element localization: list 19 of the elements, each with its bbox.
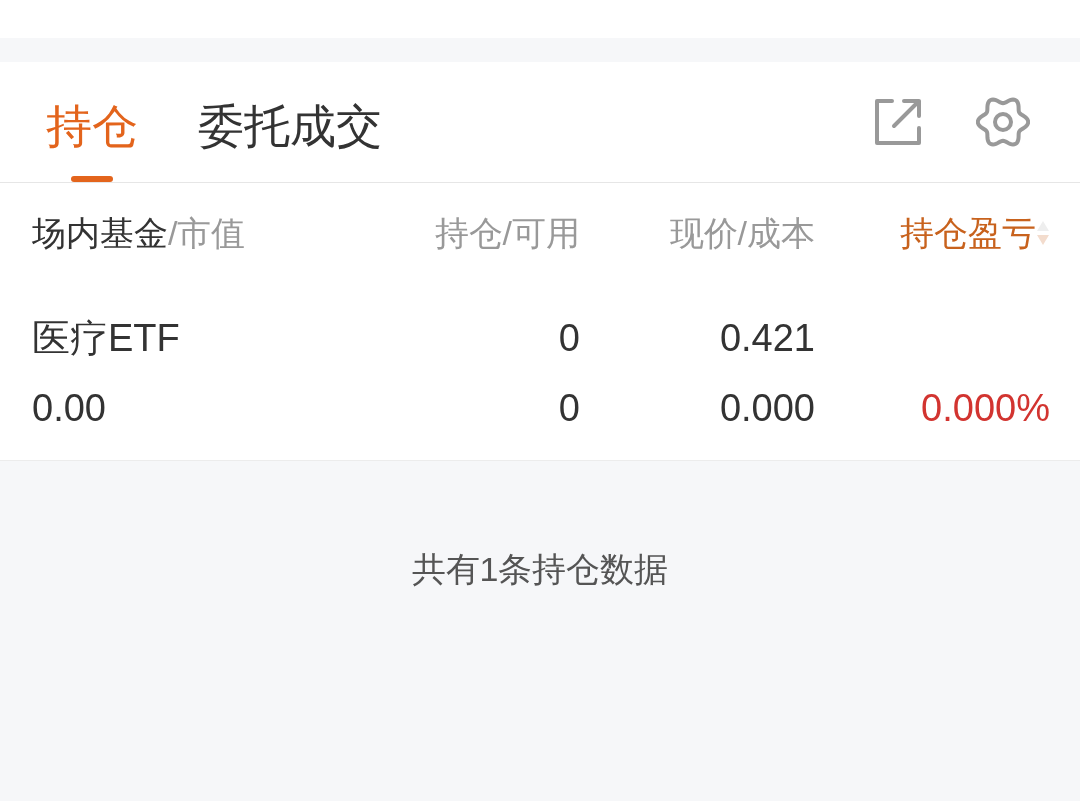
- tab[interactable]: 持仓: [46, 62, 138, 182]
- sort-arrows-icon: [1036, 220, 1050, 246]
- share-icon: [874, 98, 922, 146]
- settings-icon: [976, 95, 1030, 149]
- position-quantity: 0: [558, 316, 580, 361]
- column-header[interactable]: 持仓盈亏: [900, 211, 1050, 255]
- column-header[interactable]: 持仓/可用: [434, 211, 580, 255]
- share-button[interactable]: [874, 98, 922, 146]
- record-count-text: 共有1条持仓数据: [411, 549, 669, 590]
- profit-loss-ratio: 0.000%: [921, 386, 1050, 431]
- column-header[interactable]: 现价/成本: [669, 211, 815, 255]
- cost-price: 0.000: [719, 386, 815, 431]
- market-value: 0.00: [32, 386, 106, 431]
- current-price: 0.421: [719, 316, 815, 361]
- available-quantity: 0: [558, 386, 580, 431]
- column-filter[interactable]: 场内基金/市值: [32, 211, 246, 255]
- fund-name: 医疗ETF: [32, 316, 180, 361]
- tab[interactable]: 委托成交: [198, 62, 382, 182]
- settings-button[interactable]: [976, 95, 1030, 149]
